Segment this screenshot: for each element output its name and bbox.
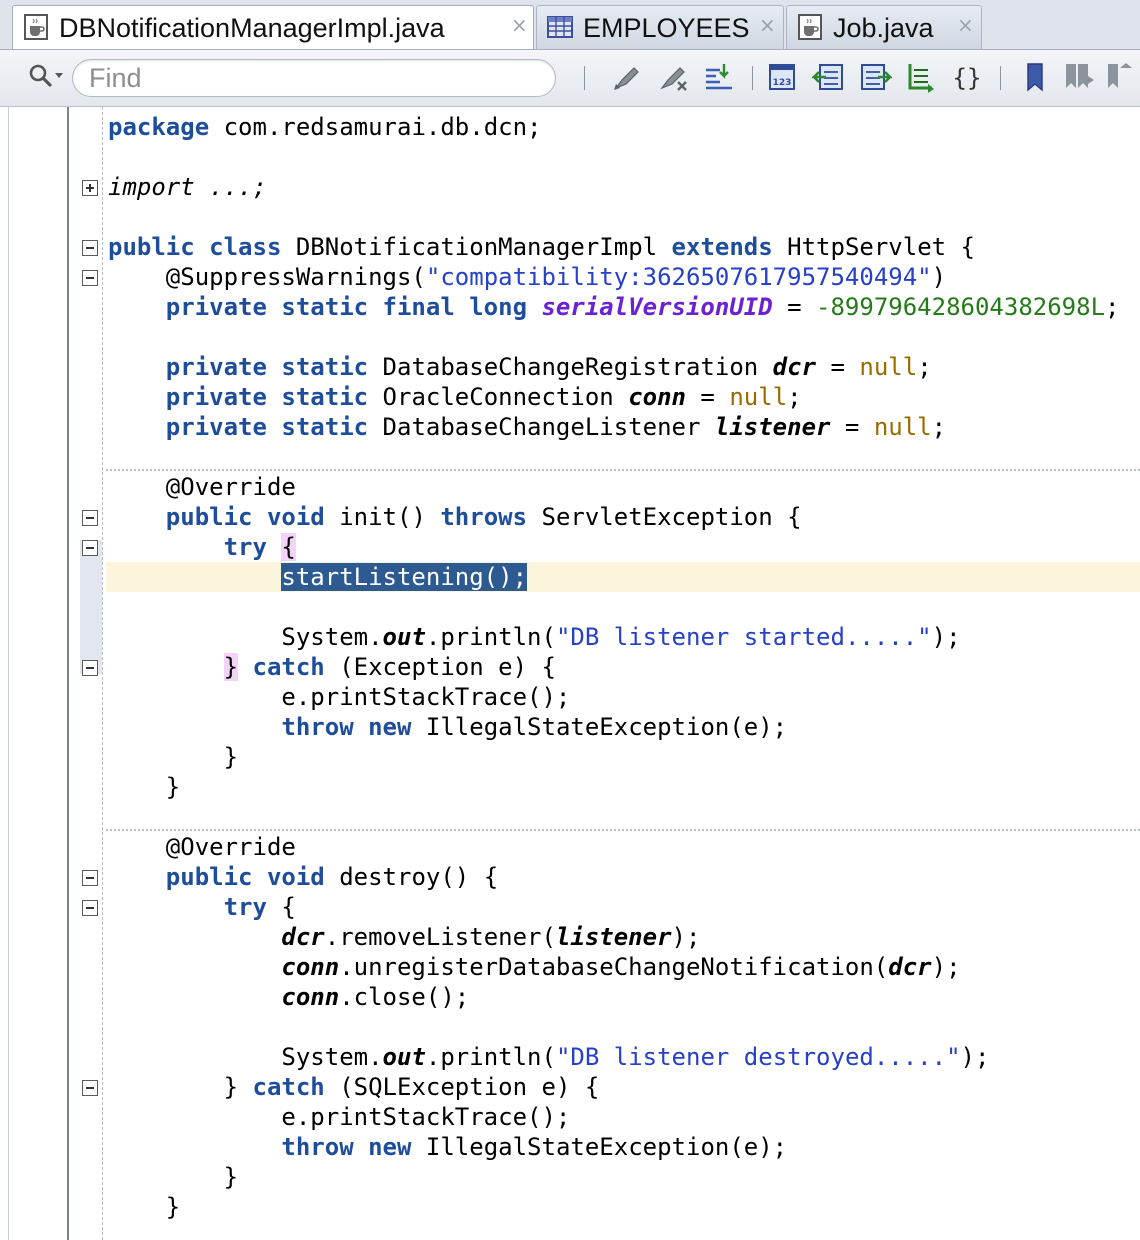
svg-text:{}: {} (953, 64, 982, 92)
tab-label: Job.java (833, 13, 934, 43)
code-line-try: try { (223, 533, 296, 561)
code-line-suppress-warnings: @SuppressWarnings("compatibility:3626507… (165, 263, 947, 291)
remove-highlight-button[interactable] (656, 60, 690, 94)
code-line-conn-close: conn.close(); (281, 983, 470, 1011)
collapse-fold-button[interactable] (82, 270, 98, 286)
code-line-close-brace: } (165, 1193, 181, 1221)
bookmark-icon (1027, 63, 1043, 92)
code-line-close-brace: } (165, 773, 181, 801)
code-line-override: @Override (165, 833, 296, 861)
selected-text: startListening(); (281, 563, 528, 591)
svg-text:123: 123 (773, 78, 792, 88)
editor-left-border (8, 107, 9, 1240)
bookmark-button[interactable] (1018, 60, 1052, 94)
collapse-fold-button[interactable] (82, 1080, 98, 1096)
code-line-package: package com.redsamurai.db.dcn; (108, 113, 542, 141)
code-line-print-stack: e.printStackTrace(); (281, 1103, 571, 1131)
code-line-close-brace: } (223, 1163, 239, 1191)
shift-right-button[interactable] (858, 60, 892, 94)
code-editor[interactable]: package com.redsamurai.db.dcn; import ..… (0, 107, 1140, 1240)
code-line-throw: throw new IllegalStateException(e); (281, 1133, 788, 1161)
shift-left-button[interactable] (812, 60, 846, 94)
editor-tab-bar: DBNotificationManagerImpl.java × EMPLOYE… (0, 0, 1140, 49)
method-separator (106, 469, 1140, 471)
code-line-override: @Override (165, 473, 296, 501)
code-line-class-declaration: public class DBNotificationManagerImpl e… (108, 233, 975, 261)
previous-bookmark-button[interactable] (1104, 60, 1138, 94)
collapse-fold-button[interactable] (82, 240, 98, 256)
code-line-catch-exception: } catch (Exception e) { (223, 653, 556, 681)
code-line-field-dcr: private static DatabaseChangeRegistratio… (165, 353, 932, 381)
remove-highlight-icon (660, 67, 687, 91)
code-line-field-conn: private static OracleConnection conn = n… (165, 383, 802, 411)
collapse-fold-button[interactable] (82, 870, 98, 886)
collapse-fold-button[interactable] (82, 660, 98, 676)
go-to-line-button[interactable] (702, 60, 736, 94)
code-line-close-brace: } (223, 743, 239, 771)
format-braces-button[interactable]: {} (950, 60, 984, 94)
code-line-catch-sql: } catch (SQLException e) { (223, 1073, 600, 1101)
format-braces-icon: {} (953, 64, 982, 92)
toggle-line-numbers-icon: 123 (769, 64, 795, 90)
toggle-highlight-button[interactable] (610, 60, 644, 94)
tab-dbnotificationmanagerimpl[interactable]: DBNotificationManagerImpl.java × (12, 5, 534, 49)
toolbar-separator (752, 66, 753, 90)
collapse-fold-button[interactable] (82, 540, 98, 556)
comment-toggle-icon (908, 64, 934, 93)
toggle-line-numbers-button[interactable]: 123 (766, 60, 800, 94)
tab-label: EMPLOYEES (583, 13, 750, 43)
shift-left-icon (812, 64, 843, 90)
close-icon[interactable]: × (957, 13, 974, 37)
code-line-remove-listener: dcr.removeListener(listener); (281, 923, 701, 951)
java-file-icon (24, 14, 48, 40)
fold-guide-line (102, 107, 103, 1240)
next-bookmark-button[interactable] (1062, 60, 1096, 94)
gutter-margin-line (67, 107, 69, 1240)
tab-employees[interactable]: EMPLOYEES × (536, 5, 784, 49)
expand-fold-button[interactable] (82, 180, 98, 196)
code-line-println-destroyed: System.out.println("DB listener destroye… (281, 1043, 990, 1071)
comment-toggle-button[interactable] (904, 60, 938, 94)
collapse-fold-button[interactable] (82, 900, 98, 916)
toggle-highlight-icon (614, 67, 639, 90)
code-line-throw: throw new IllegalStateException(e); (281, 713, 788, 741)
code-line-import: import ...; (108, 173, 267, 201)
close-icon[interactable]: × (511, 13, 528, 37)
search-icon[interactable] (26, 62, 66, 90)
code-line-serial-version: private static final long serialVersionU… (165, 293, 1120, 321)
code-line-print-stack: e.printStackTrace(); (281, 683, 571, 711)
code-line-try: try { (223, 893, 296, 921)
tab-label: DBNotificationManagerImpl.java (59, 13, 445, 43)
go-to-line-icon (706, 64, 732, 90)
method-separator (106, 829, 1140, 831)
code-line-println-started: System.out.println("DB listener started.… (281, 623, 961, 651)
code-line-start-listening: startListening(); (108, 563, 528, 593)
fold-range-highlight (80, 540, 102, 674)
toolbar-separator (584, 66, 585, 90)
collapse-fold-button[interactable] (82, 510, 98, 526)
close-icon[interactable]: × (759, 13, 776, 37)
previous-bookmark-icon (1108, 63, 1132, 88)
java-file-icon (798, 14, 822, 40)
code-line-unregister: conn.unregisterDatabaseChangeNotificatio… (281, 953, 961, 981)
find-input[interactable] (72, 59, 556, 97)
next-bookmark-icon (1066, 64, 1094, 88)
table-icon (547, 16, 573, 38)
shift-right-icon (861, 64, 892, 90)
tab-job-java[interactable]: Job.java × (786, 5, 982, 49)
toolbar-separator (1000, 66, 1001, 90)
code-line-field-listener: private static DatabaseChangeListener li… (165, 413, 947, 441)
code-line-destroy-signature: public void destroy() { (165, 863, 499, 891)
code-line-init-signature: public void init() throws ServletExcepti… (165, 503, 802, 531)
editor-toolbar: 123 {} (0, 49, 1140, 107)
